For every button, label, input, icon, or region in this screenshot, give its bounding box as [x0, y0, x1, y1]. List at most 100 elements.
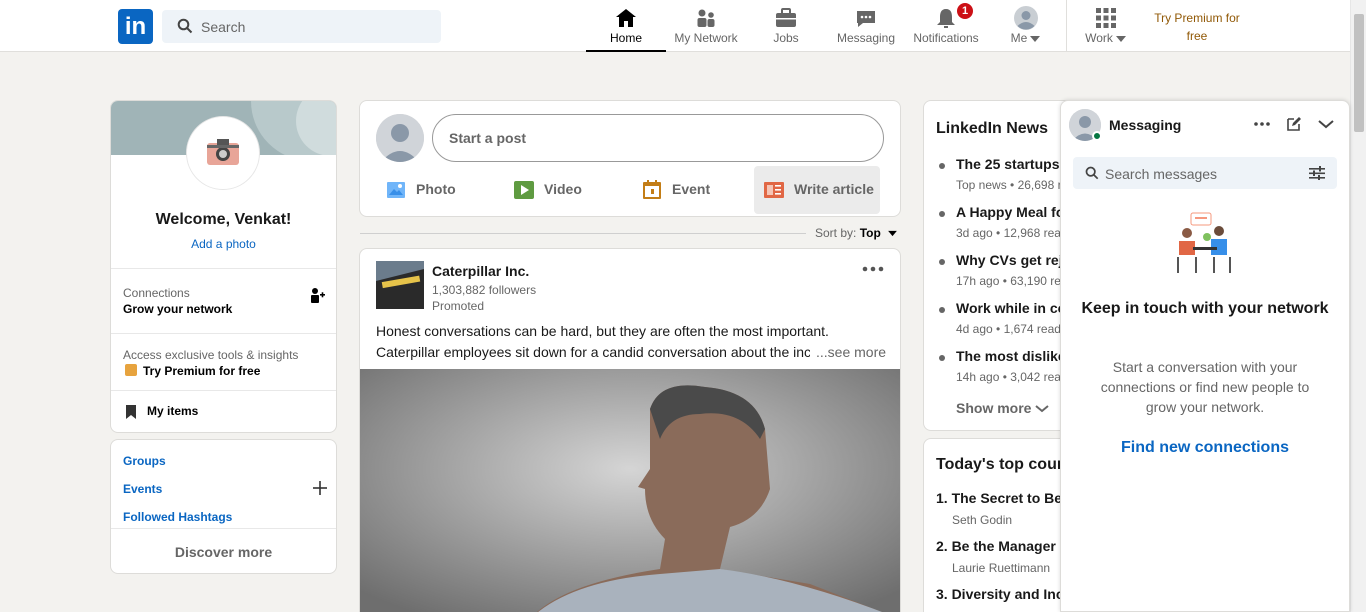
- try-premium-free-link[interactable]: Try Premium for free: [143, 364, 260, 378]
- sort-divider: [360, 233, 806, 234]
- news-meta: Top news • 26,698 r: [956, 178, 1062, 192]
- camera-icon: [207, 139, 239, 165]
- chat-bubble-icon: [857, 11, 875, 27]
- avatar-icon: [376, 114, 424, 162]
- video-button[interactable]: Video: [504, 166, 604, 214]
- nav-me[interactable]: Me: [986, 0, 1066, 52]
- keep-in-touch-description: Start a conversation with your connectio…: [1100, 359, 1310, 415]
- illustration: [1173, 211, 1235, 280]
- add-photo-link[interactable]: Add a photo: [111, 237, 336, 251]
- course-title[interactable]: 2. Be the Manager P: [936, 538, 1069, 554]
- post-composer: Start a post Photo Video Event Write art…: [359, 100, 901, 217]
- premium-line-1: Try Premium for: [1154, 11, 1240, 25]
- top-nav-bar: in Search Home My Network Jobs Messaging…: [0, 0, 1350, 52]
- add-person-icon: [311, 288, 325, 303]
- nav-me-label: Me: [986, 31, 1066, 45]
- divider: [111, 528, 336, 529]
- connections-row[interactable]: Connections Grow your network: [111, 269, 336, 333]
- events-link[interactable]: Events: [123, 482, 162, 496]
- discover-more-button[interactable]: Discover more: [111, 544, 336, 560]
- community-links-card: Groups Events Followed Hashtags Discover…: [110, 439, 337, 574]
- news-title: A Happy Meal fo: [956, 204, 1065, 220]
- plus-icon[interactable]: [313, 481, 327, 495]
- write-article-button[interactable]: Write article: [754, 166, 880, 214]
- nav-home[interactable]: Home: [586, 0, 666, 52]
- search-messages-placeholder: Search messages: [1105, 166, 1218, 182]
- try-premium-link[interactable]: Try Premium for free: [1147, 9, 1247, 45]
- nav-messaging-label: Messaging: [836, 31, 896, 45]
- nav-messaging[interactable]: Messaging: [826, 0, 906, 52]
- people-chatting-illustration: [1177, 212, 1231, 273]
- course-author: Seth Godin: [952, 513, 1013, 527]
- show-more-button[interactable]: Show more: [956, 400, 1050, 416]
- scrollbar-thumb[interactable]: [1354, 14, 1364, 132]
- premium-promo-row[interactable]: Access exclusive tools & insights Try Pr…: [111, 334, 336, 390]
- more-options-icon[interactable]: [862, 265, 884, 273]
- online-status-dot: [1092, 131, 1102, 141]
- event-label: Event: [672, 181, 711, 197]
- bullet: [939, 307, 945, 313]
- page-scrollbar[interactable]: [1350, 0, 1366, 612]
- linkedin-logo[interactable]: in: [118, 9, 153, 44]
- news-meta: 3d ago • 12,968 rea: [956, 226, 1061, 240]
- find-new-connections-link[interactable]: Find new connections: [1061, 439, 1349, 457]
- welcome-heading[interactable]: Welcome, Venkat!: [111, 211, 336, 229]
- grid-apps-icon: [1096, 8, 1116, 28]
- video-frame-image: [360, 369, 900, 612]
- nav-notifications[interactable]: 1 Notifications: [906, 0, 986, 52]
- calendar-icon: [643, 180, 661, 199]
- search-placeholder: Search: [201, 19, 246, 35]
- photo-button[interactable]: Photo: [376, 166, 476, 214]
- caret-down-icon: [1115, 35, 1126, 42]
- post-text-line-2: Caterpillar employees sit down for a can…: [376, 344, 810, 360]
- search-messages-input[interactable]: Search messages: [1073, 157, 1337, 189]
- notification-count-badge: 1: [957, 3, 973, 19]
- company-name[interactable]: Caterpillar Inc.: [432, 263, 529, 279]
- sort-by-dropdown[interactable]: Sort by: Top: [815, 226, 898, 240]
- nav-jobs[interactable]: Jobs: [746, 0, 826, 52]
- people-icon: [697, 9, 715, 27]
- nav-work-label: Work: [1066, 31, 1146, 45]
- post-video-thumbnail[interactable]: [360, 369, 900, 612]
- chevron-down-icon[interactable]: [1318, 120, 1334, 129]
- news-meta: 4d ago • 1,674 read: [956, 322, 1061, 336]
- start-post-placeholder: Start a post: [449, 130, 527, 146]
- bullet: [939, 163, 945, 169]
- news-meta: 14h ago • 3,042 rea: [956, 370, 1061, 384]
- nav-work[interactable]: Work: [1066, 0, 1146, 52]
- my-items-row[interactable]: My items: [111, 391, 336, 432]
- course-title[interactable]: 1. The Secret to Bett: [936, 490, 1071, 506]
- bookmark-icon: [126, 405, 136, 419]
- user-avatar[interactable]: [376, 114, 424, 162]
- search-bar[interactable]: Search: [162, 10, 441, 43]
- news-title: The 25 startups t: [956, 156, 1069, 172]
- see-more-link[interactable]: ...see more: [816, 344, 886, 360]
- event-button[interactable]: Event: [632, 166, 732, 214]
- profile-avatar[interactable]: [187, 117, 259, 189]
- followed-hashtags-link[interactable]: Followed Hashtags: [123, 510, 232, 524]
- article-icon: [764, 182, 784, 198]
- news-meta: 17h ago • 63,190 re: [956, 274, 1061, 288]
- course-title[interactable]: 3. Diversity and Incl: [936, 586, 1068, 602]
- groups-link[interactable]: Groups: [123, 454, 166, 468]
- course-author: Laurie Ruettimann: [952, 561, 1051, 575]
- more-options-icon[interactable]: [1254, 122, 1270, 126]
- nav-notifications-label: Notifications: [913, 31, 979, 45]
- nav-my-network[interactable]: My Network: [666, 0, 746, 52]
- chevron-down-icon: [1035, 405, 1050, 413]
- write-article-label: Write article: [794, 181, 874, 197]
- filter-icon[interactable]: [1309, 166, 1325, 180]
- compose-icon[interactable]: [1286, 116, 1302, 132]
- bullet: [939, 355, 945, 361]
- company-logo[interactable]: [376, 261, 424, 309]
- profile-card: Welcome, Venkat! Add a photo Connections…: [110, 100, 337, 433]
- courses-heading: Today's top cours: [936, 456, 1072, 473]
- follower-count: 1,303,882 followers: [432, 283, 537, 297]
- messaging-title[interactable]: Messaging: [1109, 117, 1181, 133]
- news-title: Why CVs get reje: [956, 252, 1071, 268]
- start-post-button[interactable]: Start a post: [432, 114, 884, 162]
- post-text-line-1: Honest conversations can be hard, but th…: [376, 323, 829, 339]
- bell-icon: [937, 9, 955, 28]
- news-title: Work while in co: [956, 300, 1067, 316]
- linkedin-news-card: LinkedIn News The 25 startups t Top news …: [923, 100, 1073, 431]
